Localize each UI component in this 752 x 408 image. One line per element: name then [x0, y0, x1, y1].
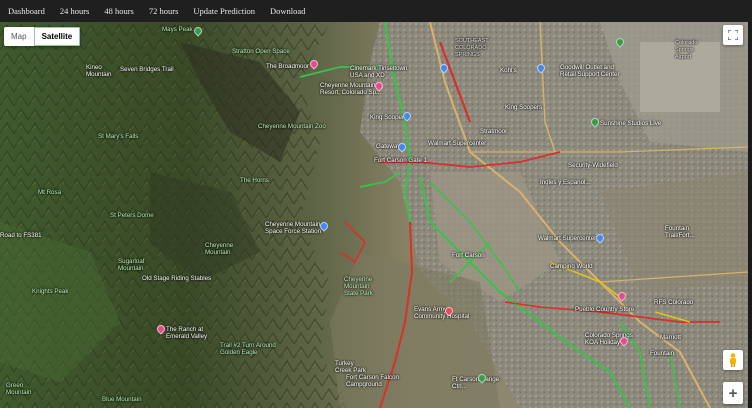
zoom-in-button[interactable]: + — [723, 382, 743, 404]
top-navigation-bar: Dashboard 24 hours 48 hours 72 hours Upd… — [0, 0, 752, 22]
satellite-view-button[interactable]: Satellite — [33, 27, 81, 46]
nav-dashboard[interactable]: Dashboard — [8, 6, 45, 16]
fullscreen-icon — [728, 30, 738, 40]
satellite-imagery — [0, 22, 748, 408]
nav-48-hours[interactable]: 48 hours — [104, 6, 134, 16]
fullscreen-button[interactable] — [723, 25, 743, 45]
nav-download[interactable]: Download — [270, 6, 305, 16]
pegman-icon — [730, 353, 736, 367]
map-view-button[interactable]: Map — [4, 27, 34, 46]
nav-update-prediction[interactable]: Update Prediction — [193, 6, 255, 16]
nav-72-hours[interactable]: 72 hours — [149, 6, 179, 16]
nav-24-hours[interactable]: 24 hours — [60, 6, 90, 16]
street-view-pegman-button[interactable] — [723, 350, 743, 370]
map-type-control: Map Satellite — [4, 27, 81, 46]
satellite-map[interactable]: Mays Peak Seven Bridges Trail Kineo Moun… — [0, 22, 748, 408]
